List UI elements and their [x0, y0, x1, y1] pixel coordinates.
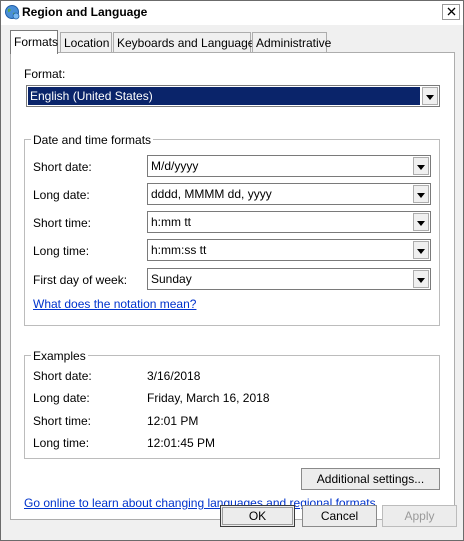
tab-label: Keyboards and Languages [117, 36, 261, 50]
tab-strip: Formats Location Keyboards and Languages… [1, 25, 463, 54]
group-title: Date and time formats [31, 133, 154, 147]
long-time-value: h:mm:ss tt [151, 243, 207, 257]
globe-icon [4, 4, 20, 20]
dropdown-button[interactable] [413, 213, 429, 231]
long-date-value: dddd, MMMM dd, yyyy [151, 187, 272, 201]
dropdown-button[interactable] [413, 270, 429, 288]
format-dropdown[interactable]: English (United States) [26, 85, 440, 107]
dropdown-button[interactable] [413, 185, 429, 203]
first-day-of-week-value: Sunday [151, 272, 192, 286]
chevron-down-icon [417, 243, 425, 257]
dialog-client: Formats Location Keyboards and Languages… [1, 25, 463, 540]
group-title: Examples [31, 349, 88, 363]
chevron-down-icon [417, 215, 425, 229]
tab-administrative[interactable]: Administrative [252, 32, 331, 52]
examples-group: Examples Short date: 3/16/2018 Long date… [24, 349, 440, 459]
example-short-date-value: 3/16/2018 [147, 369, 201, 383]
window-title: Region and Language [22, 5, 148, 19]
chevron-down-icon [417, 272, 425, 286]
cancel-button[interactable]: Cancel [302, 505, 377, 527]
format-label: Format: [24, 67, 66, 81]
example-long-date-label: Long date: [33, 391, 90, 405]
close-button[interactable] [442, 4, 460, 20]
tab-label: Location [64, 36, 110, 50]
tab-label: Administrative [256, 36, 332, 50]
example-short-date-label: Short date: [33, 369, 92, 383]
tab-label: Formats [14, 35, 59, 49]
tab-keyboards-and-languages[interactable]: Keyboards and Languages [113, 32, 260, 52]
long-date-label: Long date: [33, 188, 90, 202]
dropdown-button[interactable] [422, 87, 438, 105]
example-long-time-value: 12:01:45 PM [147, 436, 216, 450]
short-date-label: Short date: [33, 160, 92, 174]
long-time-dropdown[interactable]: h:mm:ss tt [147, 239, 431, 261]
apply-button[interactable]: Apply [382, 505, 457, 527]
notation-help-link[interactable]: What does the notation mean? [33, 297, 196, 311]
format-value: English (United States) [30, 89, 153, 103]
dropdown-button[interactable] [413, 157, 429, 175]
example-long-date-value: Friday, March 16, 2018 [147, 391, 270, 405]
short-date-dropdown[interactable]: M/d/yyyy [147, 155, 431, 177]
ok-button[interactable]: OK [220, 505, 295, 527]
tab-formats[interactable]: Formats [10, 30, 58, 54]
chevron-down-icon [417, 187, 425, 201]
example-long-time-label: Long time: [33, 436, 90, 450]
region-language-dialog: Region and Language Formats Location Key… [0, 0, 464, 541]
chevron-down-icon [417, 159, 425, 173]
long-time-label: Long time: [33, 244, 90, 258]
short-time-dropdown[interactable]: h:mm tt [147, 211, 431, 233]
additional-settings-button[interactable]: Additional settings... [301, 468, 440, 490]
first-day-of-week-dropdown[interactable]: Sunday [147, 268, 431, 290]
close-icon [447, 5, 456, 19]
short-time-label: Short time: [33, 216, 92, 230]
example-short-time-label: Short time: [33, 414, 92, 428]
example-short-time-value: 12:01 PM [147, 414, 199, 428]
first-day-of-week-label: First day of week: [33, 273, 128, 287]
short-time-value: h:mm tt [151, 215, 192, 229]
long-date-dropdown[interactable]: dddd, MMMM dd, yyyy [147, 183, 431, 205]
tab-location[interactable]: Location [60, 32, 112, 52]
dropdown-button[interactable] [413, 241, 429, 259]
short-date-value: M/d/yyyy [151, 159, 199, 173]
chevron-down-icon [426, 89, 434, 103]
title-bar[interactable]: Region and Language [1, 1, 463, 25]
formats-panel: Format: English (United States) Date and… [10, 52, 455, 520]
date-time-formats-group: Date and time formats Short date: M/d/yy… [24, 133, 440, 326]
